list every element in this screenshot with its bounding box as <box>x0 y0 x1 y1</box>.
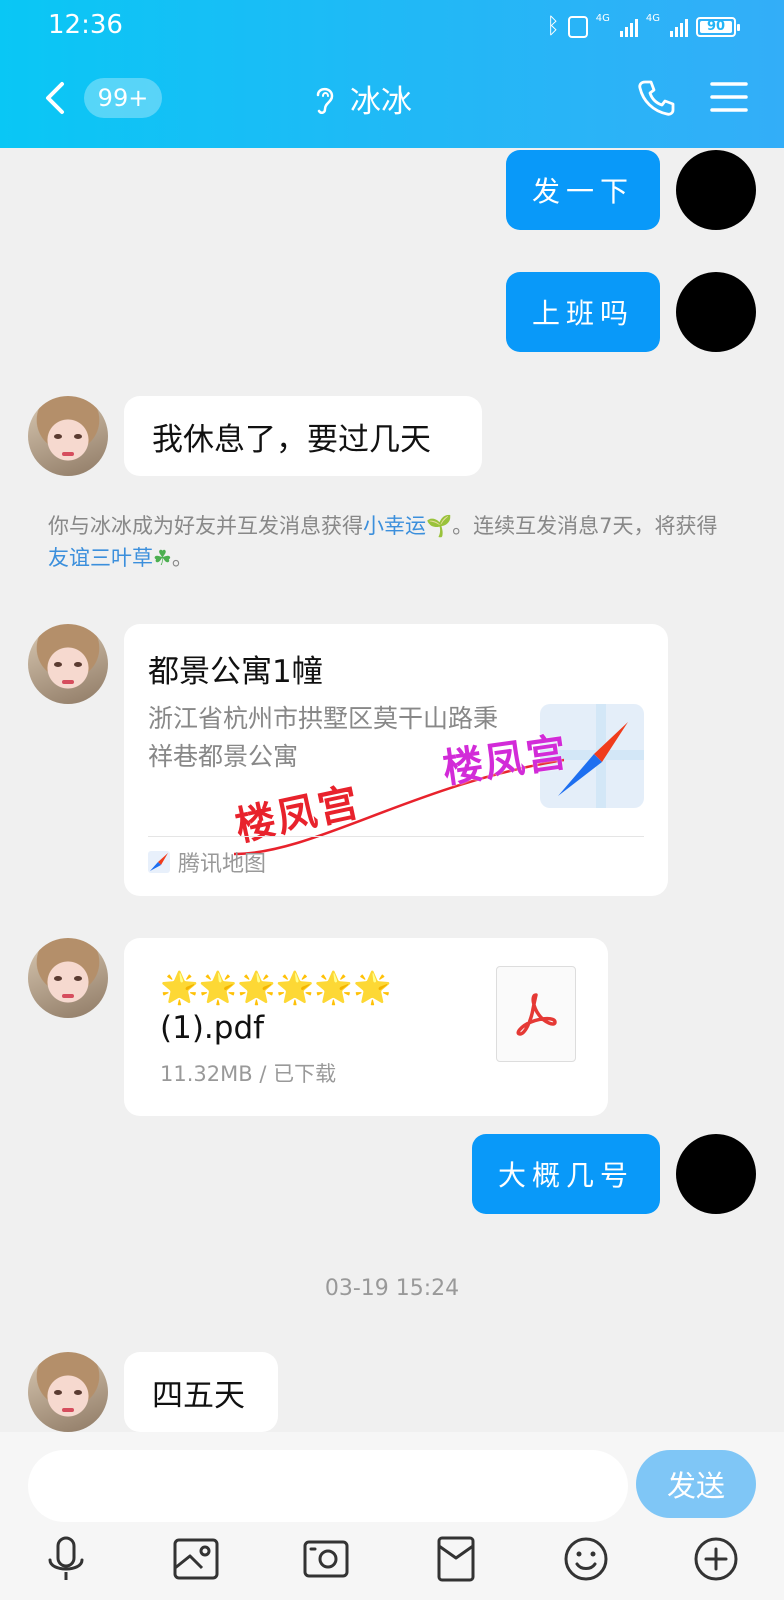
pdf-icon <box>496 966 576 1062</box>
system-notice-text: 你与冰冰成为好友并互发消息获得 <box>48 514 363 538</box>
nav-bar: 99+ 冰冰 <box>0 70 784 126</box>
avatar-self[interactable] <box>676 272 756 352</box>
red-packet-icon[interactable] <box>432 1534 480 1584</box>
sprout-icon: 🌱 <box>426 514 453 538</box>
status-icons: ᛒ 4G 4G 90 <box>546 13 740 39</box>
bluetooth-icon: ᛒ <box>546 14 560 39</box>
avatar-friend[interactable] <box>28 624 108 704</box>
camera-icon[interactable] <box>302 1534 350 1584</box>
chat-header: 12:36 ᛒ 4G 4G 90 99+ 冰冰 <box>0 0 784 148</box>
message-bubble-friend[interactable]: 我休息了，要过几天 <box>124 396 482 476</box>
status-bar: 12:36 ᛒ 4G 4G 90 <box>0 8 784 48</box>
avatar-self[interactable] <box>676 1134 756 1214</box>
chat-message-list[interactable]: 发一下 上班吗 我休息了，要过几天 你与冰冰成为好友并互发消息获得小幸运🌱。连续… <box>0 148 784 1432</box>
image-icon[interactable] <box>172 1534 220 1584</box>
timestamp-divider: 03-19 15:24 <box>324 1276 460 1301</box>
clover-link[interactable]: 友谊三叶草 <box>48 546 153 570</box>
phone-icon[interactable] <box>636 78 676 118</box>
avatar-friend[interactable] <box>28 938 108 1018</box>
file-meta: 11.32MB / 已下载 <box>160 1062 337 1086</box>
battery-icon: 90 <box>696 16 740 37</box>
input-toolbar <box>0 1534 784 1600</box>
clover-icon: ☘ <box>153 546 172 570</box>
network-label: 4G <box>595 13 610 24</box>
ear-icon <box>316 87 334 114</box>
send-button[interactable]: 发送 <box>636 1450 756 1518</box>
system-notice-text: 。 <box>171 546 193 570</box>
signal-icon <box>619 17 638 37</box>
battery-level: 90 <box>706 19 726 34</box>
microphone-icon[interactable] <box>42 1534 90 1584</box>
signal-icon <box>670 17 688 37</box>
message-bubble-self[interactable]: 上班吗 <box>506 272 660 352</box>
message-bubble-self[interactable]: 发一下 <box>506 150 660 230</box>
system-notice: 你与冰冰成为好友并互发消息获得小幸运🌱。连续互发消息7天，将获得友谊三叶草☘。 <box>48 510 738 574</box>
avatar-self[interactable] <box>676 150 756 230</box>
file-name: 🌟🌟🌟🌟🌟🌟(1).pdf <box>160 970 392 1046</box>
location-title: 都景公寓1幢 <box>148 654 323 690</box>
chat-title-group[interactable]: 冰冰 <box>310 76 412 121</box>
status-time: 12:36 <box>48 10 123 40</box>
message-bubble-friend[interactable]: 四五天 <box>124 1352 278 1432</box>
message-bubble-self[interactable]: 大概几号 <box>472 1134 660 1214</box>
map-source: 腾讯地图 <box>148 846 266 878</box>
map-source-label: 腾讯地图 <box>178 852 267 877</box>
emoji-icon[interactable] <box>562 1534 610 1584</box>
unread-count-badge[interactable]: 99+ <box>84 78 162 118</box>
input-area: 发送 <box>0 1432 784 1600</box>
card-divider <box>148 836 644 837</box>
network-label: 4G <box>645 13 660 24</box>
lucky-link[interactable]: 小幸运 <box>363 514 426 538</box>
avatar-friend[interactable] <box>28 1352 108 1432</box>
plus-icon[interactable] <box>692 1534 740 1584</box>
system-notice-text: 。连续互发消息7天，将获得 <box>452 514 718 538</box>
menu-icon[interactable] <box>710 80 748 114</box>
avatar-friend[interactable] <box>28 396 108 476</box>
tencent-map-icon <box>148 851 170 873</box>
message-input[interactable] <box>28 1450 628 1522</box>
file-card[interactable]: 🌟🌟🌟🌟🌟🌟(1).pdf 11.32MB / 已下载 <box>124 938 608 1116</box>
back-icon[interactable] <box>42 80 68 116</box>
location-card[interactable]: 都景公寓1幢 浙江省杭州市拱墅区莫干山路秉祥巷都景公寓 楼凤宫 楼凤宫 腾讯地图 <box>124 624 668 896</box>
chat-title: 冰冰 <box>350 84 412 120</box>
vibrate-icon <box>567 15 588 38</box>
